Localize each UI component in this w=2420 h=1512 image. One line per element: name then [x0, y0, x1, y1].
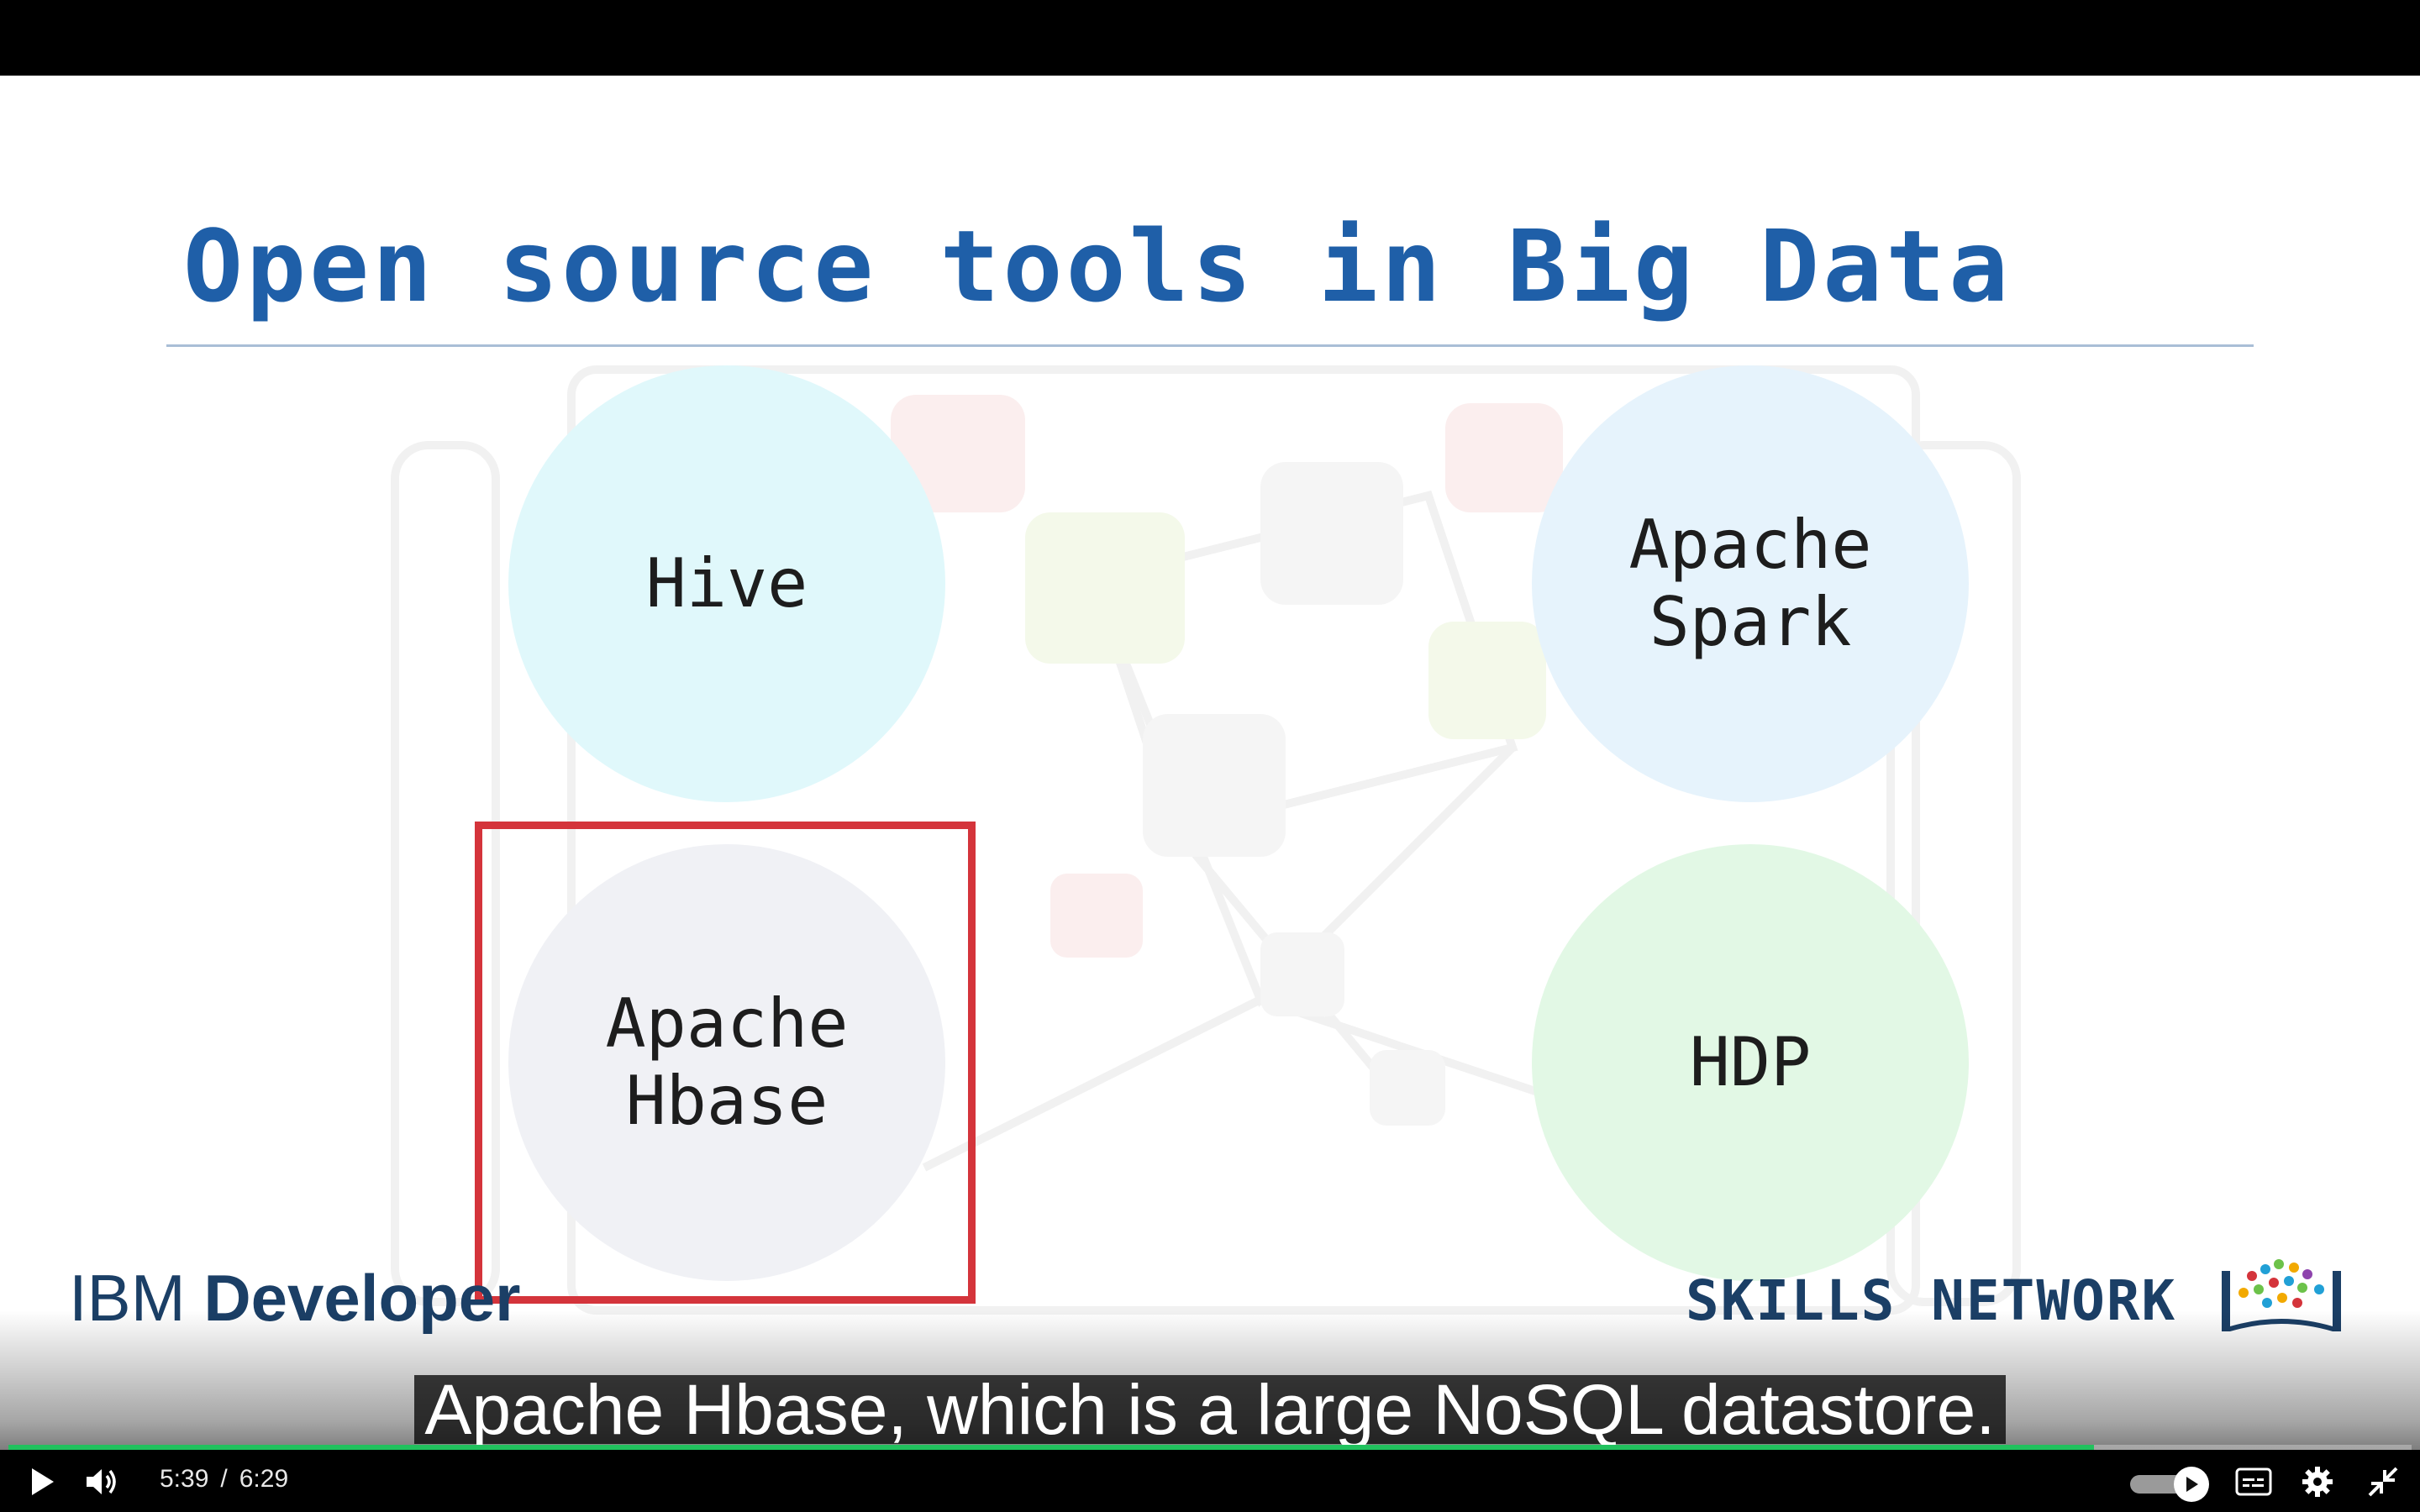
time-display: 5:39 / 6:29	[160, 1465, 288, 1494]
captions-button[interactable]	[2235, 1462, 2272, 1502]
skills-network-logo: SKILLS NETWORK	[1686, 1268, 2177, 1333]
ibm-logo-bold-text: Developer	[203, 1261, 521, 1335]
tool-circle-hdp: HDP	[1532, 844, 1969, 1281]
play-button[interactable]	[22, 1462, 62, 1502]
autoplay-icon	[2174, 1467, 2209, 1502]
exit-fullscreen-icon	[2368, 1467, 2398, 1497]
progress-bar-played	[8, 1445, 2095, 1450]
caption-container: Apache Hbase, which is a large NoSQL dat…	[0, 1374, 2420, 1445]
time-separator: /	[220, 1465, 228, 1493]
highlight-box	[475, 822, 976, 1304]
progress-bar[interactable]	[8, 1445, 2412, 1450]
duration: 6:29	[239, 1465, 289, 1493]
play-icon	[32, 1468, 54, 1495]
exit-fullscreen-button[interactable]	[2365, 1462, 2402, 1502]
top-letterbox	[0, 0, 2420, 76]
books-icon	[2222, 1259, 2341, 1331]
volume-button[interactable]	[81, 1462, 124, 1502]
caption-text: Apache Hbase, which is a large NoSQL dat…	[414, 1374, 2006, 1445]
tool-circle-apache-spark: Apache Spark	[1532, 365, 1969, 802]
ibm-developer-logo: IBM Developer	[69, 1260, 521, 1336]
settings-gear-icon	[2302, 1467, 2333, 1497]
current-time: 5:39	[160, 1465, 209, 1493]
player-controls-bar	[0, 1450, 2420, 1512]
captions-icon	[2235, 1467, 2272, 1496]
slide-title: Open source tools in Big Data	[183, 208, 2012, 324]
volume-icon	[87, 1469, 116, 1494]
tool-circle-hive: Hive	[508, 365, 945, 802]
settings-button[interactable]	[2299, 1462, 2336, 1502]
title-divider	[166, 344, 2254, 347]
ibm-logo-light-text: IBM	[69, 1261, 204, 1335]
autoplay-toggle[interactable]	[2130, 1467, 2209, 1502]
